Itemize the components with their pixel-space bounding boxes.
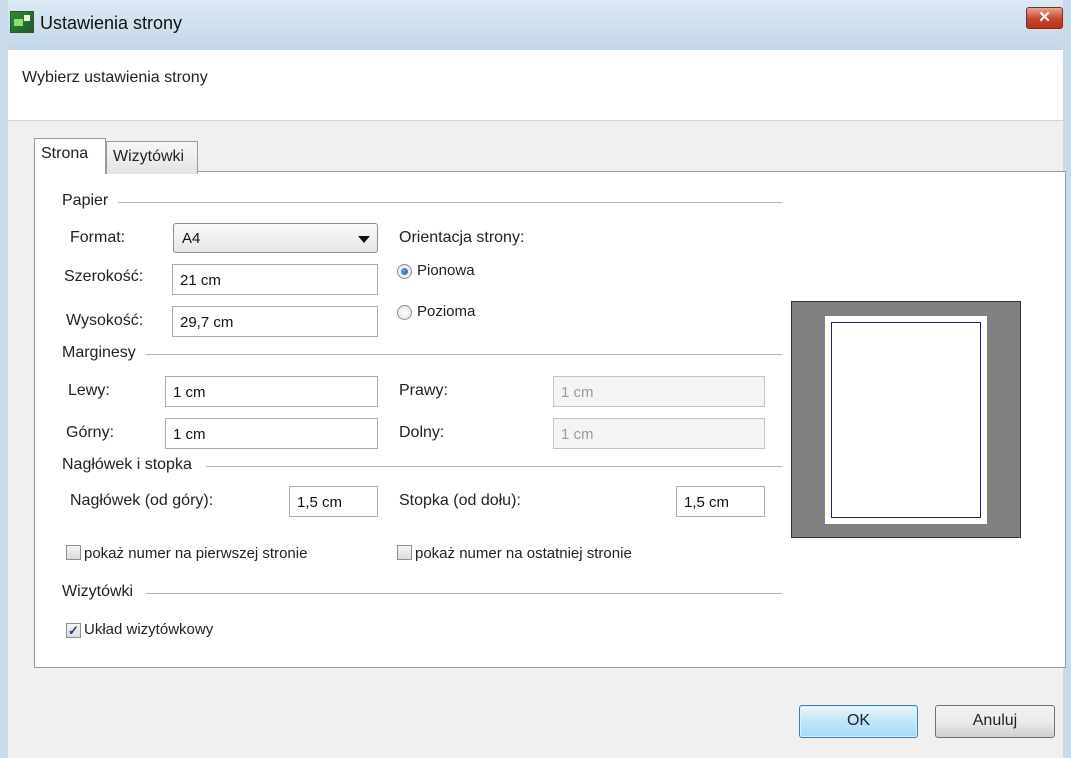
orientation-label: Orientacja strony: <box>399 229 525 246</box>
margins-separator <box>146 354 782 355</box>
width-field[interactable]: 21 cm <box>172 264 378 295</box>
left-margin-label: Lewy: <box>68 382 110 399</box>
top-margin-field[interactable]: 1 cm <box>165 418 378 449</box>
height-label: Wysokość: <box>66 312 144 329</box>
header-footer-separator <box>206 466 782 467</box>
right-margin-field[interactable]: 1 cm <box>553 376 765 407</box>
preview-margin-outline <box>831 322 981 518</box>
right-margin-label: Prawy: <box>399 382 448 399</box>
card-layout-label[interactable]: Układ wizytówkowy <box>84 621 213 638</box>
show-last-page-number-label[interactable]: pokaż numer na ostatniej stronie <box>415 545 632 562</box>
show-first-page-number-label[interactable]: pokaż numer na pierwszej stronie <box>84 545 307 562</box>
cards-separator <box>146 593 782 594</box>
tab-strona[interactable]: Strona <box>34 138 106 174</box>
format-select[interactable]: A4 <box>173 223 378 253</box>
landscape-radio[interactable] <box>397 305 412 320</box>
cancel-button[interactable]: Anuluj <box>935 705 1055 738</box>
cards-group-label: Wizytówki <box>62 583 136 601</box>
left-margin-field[interactable]: 1 cm <box>165 376 378 407</box>
bottom-margin-field[interactable]: 1 cm <box>553 418 765 449</box>
format-value: A4 <box>182 230 201 247</box>
tab-label: Wizytówki <box>113 148 185 165</box>
portrait-label[interactable]: Pionowa <box>417 262 475 279</box>
header-footer-group-label: Nagłówek i stopka <box>62 456 194 474</box>
card-layout-checkbox[interactable]: ✓ <box>66 623 81 638</box>
footer-offset-label: Stopka (od dołu): <box>399 492 521 509</box>
header-offset-label: Nagłówek (od góry): <box>70 492 214 509</box>
paper-group-label: Papier <box>62 192 111 210</box>
bottom-margin-label: Dolny: <box>399 424 445 441</box>
portrait-radio[interactable] <box>397 264 412 279</box>
ok-button[interactable]: OK <box>799 705 918 738</box>
header-offset-field[interactable]: 1,5 cm <box>289 486 378 517</box>
margins-group-label: Marginesy <box>62 344 138 362</box>
format-label: Format: <box>70 229 126 246</box>
top-margin-label: Górny: <box>66 424 115 441</box>
show-last-page-number-checkbox[interactable] <box>397 545 412 560</box>
height-field[interactable]: 29,7 cm <box>172 306 378 337</box>
tab-label: Strona <box>41 145 89 162</box>
chevron-down-icon <box>358 236 370 243</box>
paper-separator <box>118 202 782 203</box>
footer-offset-field[interactable]: 1,5 cm <box>676 486 765 517</box>
landscape-label[interactable]: Pozioma <box>417 303 475 320</box>
show-first-page-number-checkbox[interactable] <box>66 545 81 560</box>
tab-wizytowki[interactable]: Wizytówki <box>106 141 198 174</box>
width-label: Szerokość: <box>64 268 144 285</box>
